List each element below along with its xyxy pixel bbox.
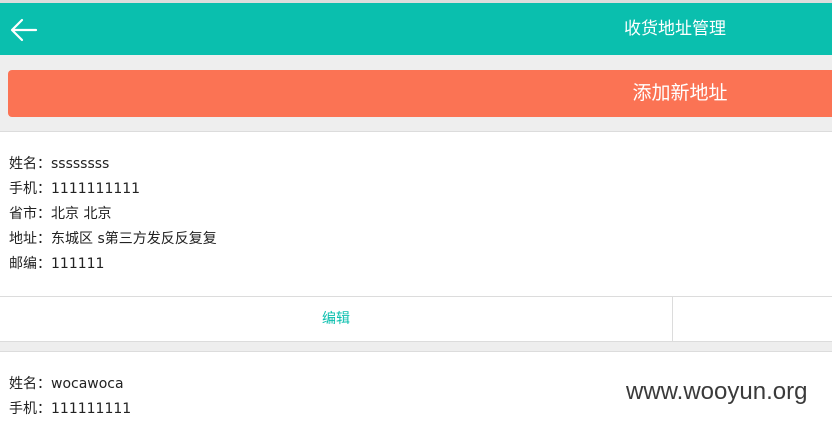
address-phone: 手机：1111111111 bbox=[9, 181, 141, 197]
secondary-action-button[interactable] bbox=[673, 297, 832, 341]
address-name: 姓名：ssssssss bbox=[9, 156, 110, 172]
address-detail: 地址：东城区 s第三方发反反复复 bbox=[9, 231, 217, 247]
address-province-city: 省市：北京 北京 bbox=[9, 206, 112, 222]
address-name: 姓名：wocawoca bbox=[9, 376, 124, 392]
app-header: 收货地址管理 bbox=[0, 3, 832, 55]
edit-address-button[interactable]: 编辑 bbox=[0, 297, 673, 341]
address-info: 姓名：ssssssss 手机：1111111111 省市：北京 北京 地址：东城… bbox=[9, 152, 217, 277]
address-actions: 编辑 bbox=[0, 296, 832, 341]
address-card: 姓名：ssssssss 手机：1111111111 省市：北京 北京 地址：东城… bbox=[0, 131, 832, 342]
address-phone: 手机：111111111 bbox=[9, 401, 132, 417]
add-address-label: 添加新地址 bbox=[632, 82, 728, 104]
page-title: 收货地址管理 bbox=[624, 19, 726, 39]
address-postcode: 邮编：111111 bbox=[9, 256, 105, 272]
address-info: 姓名：wocawoca 手机：111111111 bbox=[9, 372, 131, 422]
watermark: www.wooyun.org bbox=[626, 378, 808, 405]
arrow-left-icon bbox=[10, 18, 38, 42]
add-address-button[interactable]: 添加新地址 bbox=[8, 70, 832, 117]
back-button[interactable] bbox=[6, 12, 42, 48]
